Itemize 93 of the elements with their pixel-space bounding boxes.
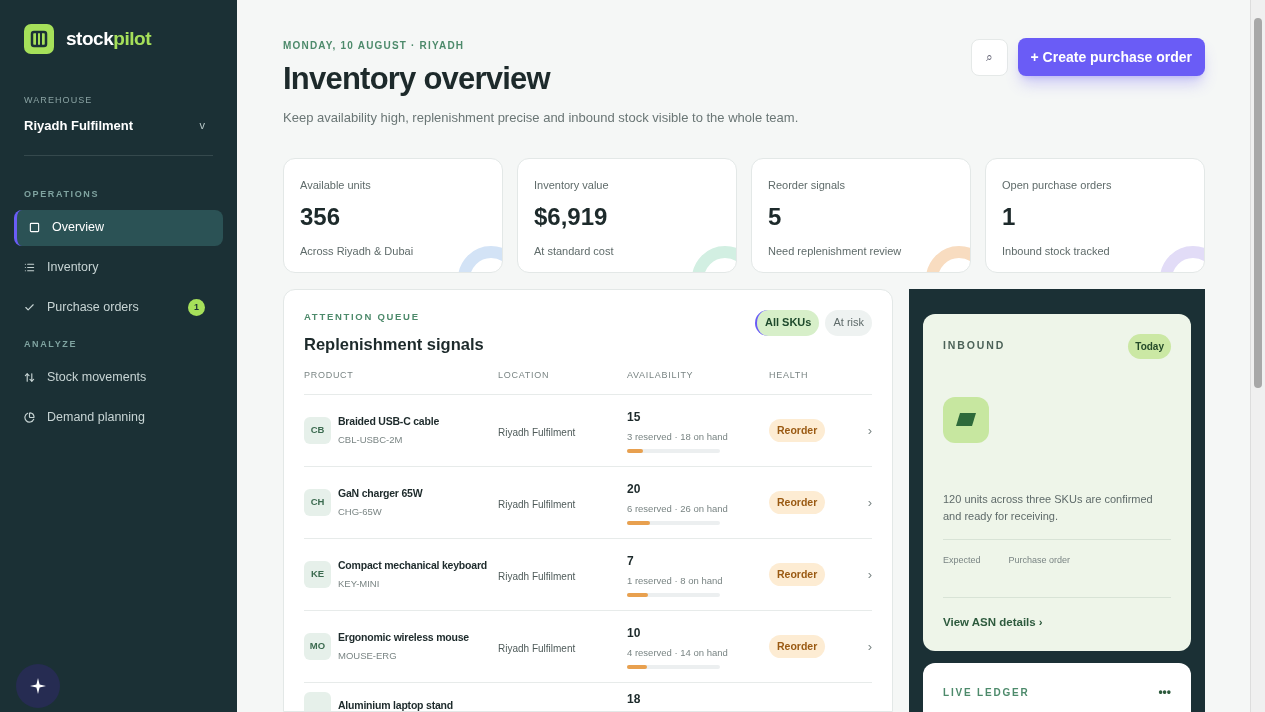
- product-row[interactable]: MO Ergonomic wireless mouse MOUSE-ERG Riyadh Fulfilment 10 4 reserved · 14 on hand Reorder ›: [304, 611, 872, 683]
- nav-icon: [24, 262, 35, 273]
- meta-label: Expected: [943, 553, 981, 567]
- product-row[interactable]: CB Braided USB-C cable CBL-USBC-2M Riyadh Fulfilment 15 3 reserved · 18 on hand Reorder ›: [304, 395, 872, 467]
- nav-icon: [29, 222, 40, 233]
- date-eyebrow: MONDAY, 10 AUGUST · RIYADH: [283, 39, 466, 53]
- nav-icon: [24, 302, 35, 313]
- product-row[interactable]: KE Compact mechanical keyboard KEY-MINI Riyadh Fulfilment 7 1 reserved · 8 on hand Reorder ›: [304, 539, 872, 611]
- product-row[interactable]: Aluminium laptop stand 18: [304, 683, 872, 711]
- available-count: 20: [627, 481, 642, 499]
- nav-item[interactable]: Overview: [14, 209, 223, 246]
- create-order-button[interactable]: + Create purchase order: [1017, 38, 1205, 76]
- kpi-label: Open purchase orders: [1002, 177, 1113, 193]
- sparkle-icon: [30, 678, 46, 694]
- location-text: Riyadh Fulfilment: [498, 426, 576, 438]
- scrollbar[interactable]: [1250, 0, 1265, 712]
- kpi-value: $6,919: [534, 205, 609, 229]
- health-badge: Reorder: [769, 490, 826, 515]
- inbound-description: 120 units across three SKUs are confirmed and ready for receiving.: [943, 491, 1154, 524]
- search-button[interactable]: ⌕: [970, 38, 1008, 76]
- product-avatar: KE: [304, 561, 331, 588]
- available-count: 18: [627, 692, 642, 707]
- kpi-label: Inventory value: [534, 177, 610, 193]
- available-count: 10: [627, 625, 642, 643]
- page-subtitle: Keep availability high, replenishment precise and inbound stock visible to the whole team.: [283, 109, 799, 127]
- product-name: Compact mechanical keyboard: [338, 557, 487, 573]
- row-chevron[interactable]: ›: [867, 564, 872, 585]
- more-button[interactable]: •••: [1158, 683, 1171, 702]
- stock-detail: 1 reserved · 8 on hand: [627, 574, 724, 589]
- stock-detail: 3 reserved · 18 on hand: [627, 430, 729, 445]
- parallelogram-icon: [956, 413, 976, 426]
- column-header: AVAILABILITY: [627, 368, 695, 382]
- card-eyebrow: INBOUND: [943, 338, 1006, 354]
- panel-title: Replenishment signals: [304, 333, 484, 355]
- card-eyebrow: LIVE LEDGER: [943, 685, 1030, 700]
- asn-details-link[interactable]: View ASN details ›: [943, 614, 1171, 632]
- kpi-label: Reorder signals: [768, 177, 847, 193]
- product-avatar: CH: [304, 489, 331, 516]
- kpi-value: 356: [300, 205, 342, 229]
- nav-item[interactable]: Inventory: [24, 249, 213, 286]
- row-chevron[interactable]: ›: [867, 636, 872, 657]
- assistant-button[interactable]: [16, 664, 60, 708]
- kpi-value: 1: [1002, 205, 1017, 229]
- logo-icon: [24, 24, 54, 54]
- location-text: Riyadh Fulfilment: [498, 498, 576, 510]
- nav-section-title: OPERATIONS: [24, 188, 101, 201]
- location-text: Riyadh Fulfilment: [498, 642, 576, 654]
- kpi-note: Inbound stock tracked: [1002, 244, 1111, 259]
- product-sku: CHG-65W: [338, 505, 383, 520]
- meta-label: Purchase order: [1008, 553, 1071, 567]
- nav-section-title: ANALYZE: [24, 337, 78, 351]
- available-count: 7: [627, 553, 635, 571]
- column-header: PRODUCT: [304, 368, 355, 382]
- location-text: Riyadh Fulfilment: [498, 570, 576, 582]
- row-chevron[interactable]: ›: [867, 492, 872, 513]
- kpi-note: At standard cost: [534, 244, 615, 259]
- page-title: Inventory overview: [283, 63, 552, 94]
- column-header: HEALTH: [769, 368, 810, 382]
- product-sku: CBL-USBC-2M: [338, 433, 404, 448]
- product-name: Aluminium laptop stand: [338, 698, 453, 711]
- kpi-label: Available units: [300, 177, 372, 193]
- kpi-value: 5: [768, 205, 783, 229]
- nav-item[interactable]: Demand planning: [24, 399, 213, 435]
- stock-detail: 6 reserved · 26 on hand: [627, 502, 729, 517]
- kpi-note: Across Riyadh & Dubai: [300, 244, 415, 259]
- stock-detail: 4 reserved · 14 on hand: [627, 646, 729, 661]
- brand-name: stockpilot: [66, 26, 151, 51]
- product-name: GaN charger 65W: [338, 485, 423, 501]
- row-chevron[interactable]: ›: [867, 420, 872, 441]
- health-badge: Reorder: [769, 562, 826, 587]
- nav-item[interactable]: Purchase orders 1: [24, 289, 213, 326]
- column-header: LOCATION: [498, 368, 551, 382]
- product-sku: MOUSE-ERG: [338, 649, 398, 664]
- product-avatar: CB: [304, 417, 331, 444]
- count-badge: 1: [188, 299, 205, 316]
- product-row[interactable]: CH GaN charger 65W CHG-65W Riyadh Fulfilment 20 6 reserved · 26 on hand Reorder ›: [304, 467, 872, 539]
- nav-icon: [24, 371, 35, 383]
- available-count: 15: [627, 409, 642, 427]
- panel-eyebrow: ATTENTION QUEUE: [304, 309, 421, 324]
- warehouse-selector[interactable]: Riyadh Fulfilment v: [24, 115, 213, 156]
- product-avatar: MO: [304, 633, 331, 660]
- product-sku: KEY-MINI: [338, 577, 381, 592]
- filter-chip[interactable]: All SKUs: [754, 309, 820, 336]
- warehouse-label: WAREHOUSE: [24, 94, 94, 107]
- health-badge: Reorder: [769, 634, 826, 659]
- today-badge: Today: [1128, 333, 1171, 359]
- nav-icon: [24, 411, 35, 423]
- product-name: Ergonomic wireless mouse: [338, 629, 469, 645]
- filter-chip[interactable]: At risk: [825, 309, 872, 336]
- nav-item[interactable]: Stock movements: [24, 359, 213, 395]
- kpi-note: Need replenishment review: [768, 244, 903, 259]
- product-name: Braided USB-C cable: [338, 413, 440, 429]
- health-badge: Reorder: [769, 418, 826, 443]
